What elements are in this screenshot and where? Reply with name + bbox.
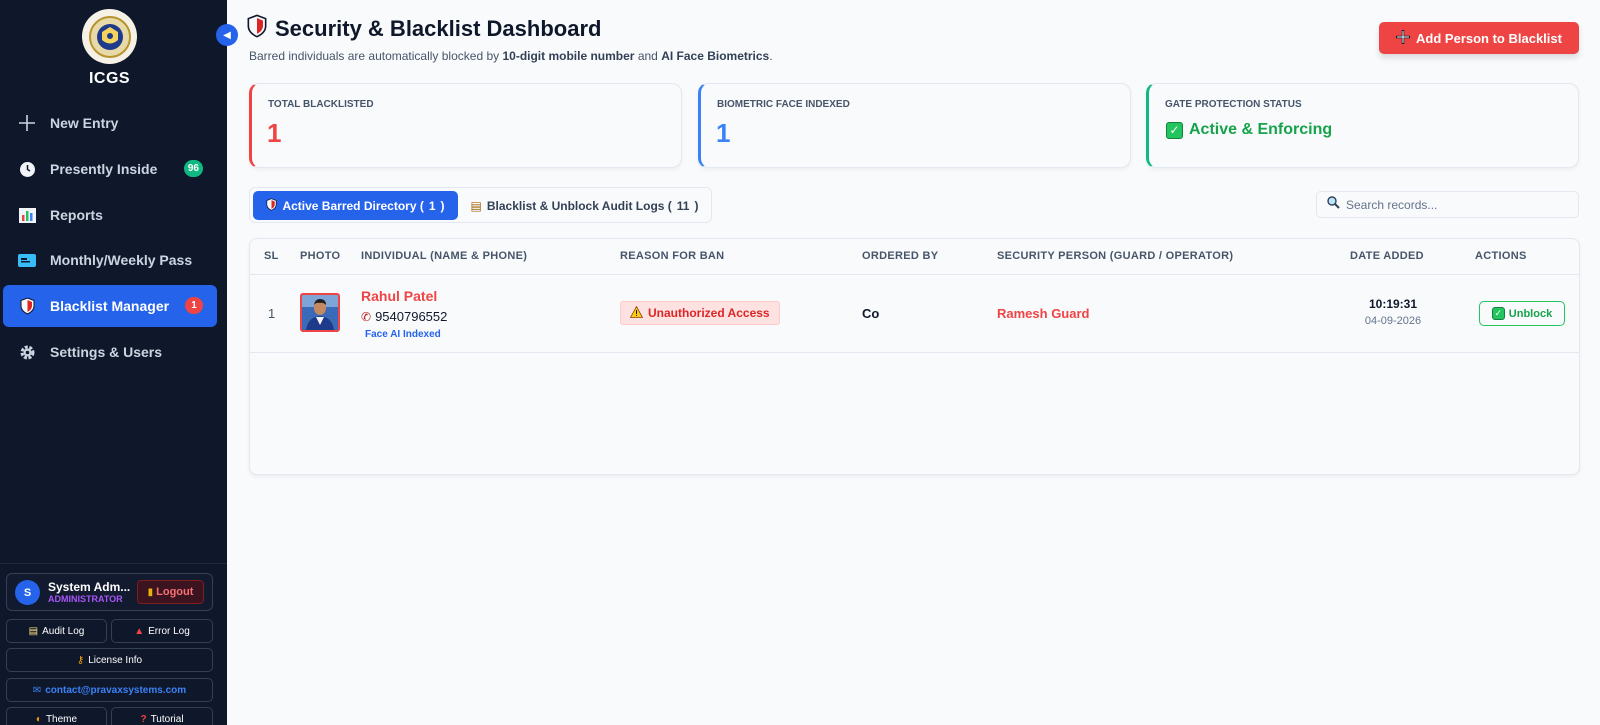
shield-icon (247, 14, 267, 44)
stat-card-total-blacklisted: TOTAL BLACKLISTED 1 (249, 83, 682, 168)
logout-button[interactable]: ▮ Logout (137, 580, 204, 604)
search-input[interactable] (1346, 197, 1566, 212)
sidebar-footer: S System Adm... ADMINISTRATOR ▮ Logout ▤… (0, 563, 227, 725)
contact-email-link[interactable]: ✉ contact@pravaxsystems.com (6, 678, 213, 702)
column-header-ordered-by: ORDERED BY (862, 250, 939, 262)
license-info-button[interactable]: ⚷ License Info (6, 648, 213, 672)
stat-card-biometric-indexed: BIOMETRIC FACE INDEXED 1 (698, 83, 1131, 168)
sidebar-item-blacklist-manager[interactable]: Blacklist Manager 1 (3, 285, 217, 327)
add-person-button[interactable]: Add Person to Blacklist (1379, 22, 1579, 54)
tab-count: 1 (428, 198, 436, 213)
sidebar-item-label: New Entry (50, 115, 119, 131)
error-log-button[interactable]: ▲ Error Log (111, 619, 213, 643)
sidebar-item-settings[interactable]: Settings & Users (3, 331, 217, 373)
alarm-icon: ▲ (134, 625, 145, 637)
table-header: SL PHOTO INDIVIDUAL (NAME & PHONE) REASO… (250, 239, 1579, 275)
face-indexed-tag: Face AI Indexed (365, 329, 441, 340)
column-header-security-person: SECURITY PERSON (GUARD / OPERATOR) (997, 250, 1234, 262)
scroll-icon: ▤ (28, 625, 39, 637)
tab-bar: Active Barred Directory ( 1 ) ▤ Blacklis… (249, 187, 712, 223)
column-header-date-added: DATE ADDED (1350, 250, 1424, 262)
sidebar-item-label: Monthly/Weekly Pass (50, 252, 193, 268)
audit-log-button[interactable]: ▤ Audit Log (6, 619, 107, 643)
unblock-button[interactable]: ✓ Unblock (1479, 301, 1565, 326)
theme-icon: ◐ (35, 713, 42, 725)
bar-chart-icon (16, 207, 38, 223)
person-photo[interactable] (300, 293, 340, 332)
avatar: S (15, 580, 40, 605)
shield-icon (16, 297, 38, 315)
row-sl: 1 (268, 306, 276, 321)
plus-icon (16, 114, 38, 132)
user-role: ADMINISTRATOR (48, 594, 123, 604)
date-added-time: 10:19:31 (1368, 297, 1418, 311)
blacklist-count-badge: 1 (185, 297, 203, 314)
column-header-reason: REASON FOR BAN (620, 250, 725, 262)
sidebar: ICGS ◀ New Entry Presently Inside 96 Rep… (0, 0, 238, 725)
sidebar-item-label: Presently Inside (50, 161, 158, 177)
sidebar-item-monthly-pass[interactable]: Monthly/Weekly Pass (3, 239, 217, 281)
user-name: System Adm... (48, 580, 131, 594)
scroll-icon: ▤ (470, 198, 482, 213)
envelope-icon: ✉ (32, 684, 42, 696)
plus-icon (1396, 29, 1411, 47)
tutorial-button[interactable]: ? Tutorial (111, 707, 213, 725)
stat-value: 1 (716, 118, 731, 148)
door-icon: ▮ (147, 586, 154, 598)
sidebar-item-label: Reports (50, 207, 103, 223)
sidebar-item-label: Settings & Users (50, 344, 163, 360)
blacklist-table: SL PHOTO INDIVIDUAL (NAME & PHONE) REASO… (249, 238, 1580, 475)
ordered-by: Co (862, 306, 880, 321)
column-header-photo: PHOTO (300, 250, 341, 262)
stat-value: 1 (267, 118, 282, 148)
person-phone: ✆ 9540796552 (361, 309, 448, 324)
brand-name: ICGS (88, 70, 131, 87)
stat-label: GATE PROTECTION STATUS (1165, 99, 1302, 110)
stat-card-gate-status: GATE PROTECTION STATUS ✓ Active & Enforc… (1146, 83, 1579, 168)
page-subtitle: Barred individuals are automatically blo… (249, 49, 773, 63)
tab-count: 11 (676, 198, 690, 213)
theme-button[interactable]: ◐ Theme (6, 707, 107, 725)
question-icon: ? (140, 713, 147, 725)
check-icon: ✓ (1166, 121, 1183, 139)
phone-icon: ✆ (361, 309, 372, 324)
sidebar-item-new-entry[interactable]: New Entry (3, 102, 217, 144)
key-icon: ⚷ (76, 654, 85, 666)
search-box (1316, 191, 1579, 218)
tab-audit-logs[interactable]: ▤ Blacklist & Unblock Audit Logs ( 11 ) (462, 191, 707, 220)
date-added-date: 04-09-2026 (1364, 315, 1422, 327)
column-header-sl: SL (264, 250, 279, 262)
clock-icon (16, 161, 38, 178)
ticket-icon (16, 253, 38, 267)
gear-icon (16, 344, 38, 361)
page-title: Security & Blacklist Dashboard (247, 14, 601, 44)
gate-status: ✓ Active & Enforcing (1166, 121, 1332, 139)
warning-icon (629, 305, 644, 321)
column-header-individual: INDIVIDUAL (NAME & PHONE) (361, 250, 528, 262)
column-header-actions: ACTIONS (1475, 250, 1527, 262)
sidebar-item-label: Blacklist Manager (50, 298, 170, 314)
reason-badge: Unauthorized Access (620, 301, 780, 325)
person-name[interactable]: Rahul Patel (361, 288, 437, 304)
logo-emblem (82, 9, 137, 64)
stat-label: TOTAL BLACKLISTED (268, 99, 374, 110)
security-person: Ramesh Guard (997, 306, 1090, 321)
shield-icon (266, 197, 278, 214)
tab-active-directory[interactable]: Active Barred Directory ( 1 ) (253, 191, 458, 220)
search-icon (1327, 195, 1340, 214)
user-card: S System Adm... ADMINISTRATOR ▮ Logout (6, 573, 213, 611)
inside-count-badge: 96 (183, 160, 203, 177)
main-content: Security & Blacklist Dashboard Barred in… (227, 0, 1600, 725)
sidebar-item-reports[interactable]: Reports (3, 194, 217, 236)
check-icon: ✓ (1491, 307, 1505, 320)
stat-label: BIOMETRIC FACE INDEXED (717, 99, 850, 110)
sidebar-item-presently-inside[interactable]: Presently Inside 96 (3, 148, 217, 190)
table-row: 1 Rahul Patel ✆ 9540796552 Face AI Index… (250, 275, 1579, 353)
